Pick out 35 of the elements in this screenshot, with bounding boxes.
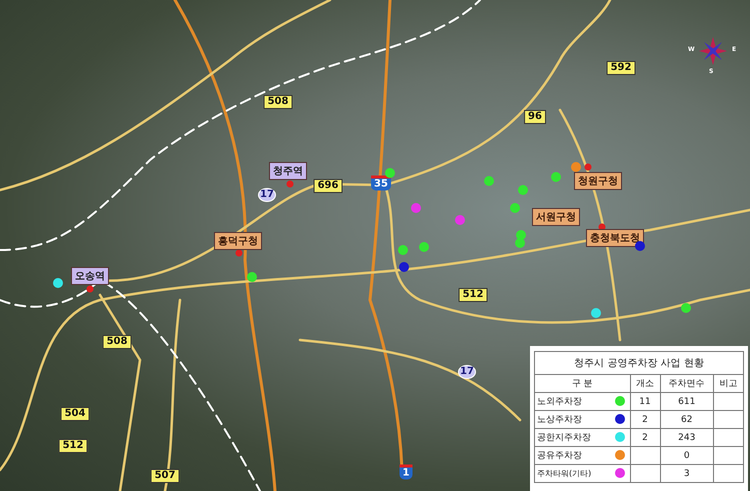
table-cell: 2 [630, 410, 660, 428]
road-number-sign: 504 [60, 407, 90, 421]
table-cell: 2 [630, 428, 660, 446]
table-cell: 주차타워(기타) [534, 464, 612, 482]
table-cell: 611 [660, 392, 714, 410]
place-label: 서원구청 [532, 208, 580, 226]
place-label: 충청북도청 [586, 229, 644, 247]
table-cell: 공한지주차장 [534, 428, 612, 446]
road-number-sign: 592 [606, 61, 636, 75]
column-header: 구 분 [534, 374, 630, 392]
expressway-shield: 35 [371, 176, 391, 190]
expressway-shield: 1 [400, 464, 412, 480]
place-label: 청원구청 [574, 172, 622, 190]
table-cell: 11 [630, 392, 660, 410]
road-number-sign: 696 [314, 179, 342, 193]
road-number-sign: 512 [458, 288, 488, 302]
road-number-sign: 507 [150, 469, 180, 483]
place-label: 청주역 [269, 162, 307, 180]
column-header: 비고 [713, 374, 744, 392]
table-cell: 노상주차장 [534, 410, 612, 428]
table-title: 청주시 공영주차장 사업 현황 [534, 352, 744, 374]
road-number-sign: 508 [264, 95, 292, 109]
place-label: 오송역 [71, 267, 109, 285]
table-cell: 0 [660, 446, 714, 464]
table-cell: 공유주차장 [534, 446, 612, 464]
table-cell: 62 [660, 410, 714, 428]
table-cell: 노외주차장 [534, 392, 612, 410]
table-cell: 243 [660, 428, 714, 446]
table-cell: 3 [660, 464, 714, 482]
place-label: 흥덕구청 [214, 232, 262, 250]
road-number-sign: 508 [102, 335, 132, 349]
column-header: 주차면수 [660, 374, 714, 392]
column-header: 개소 [630, 374, 660, 392]
road-number-sign: 96 [524, 110, 546, 124]
road-number-sign: 512 [58, 439, 88, 453]
